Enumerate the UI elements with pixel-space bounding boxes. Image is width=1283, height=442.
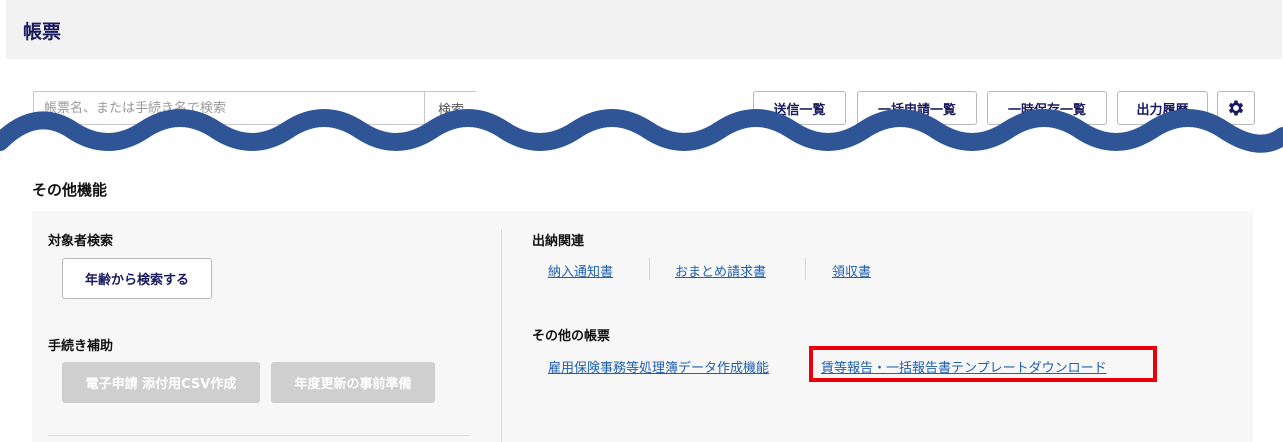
other-functions-title: その他機能 [32, 181, 108, 199]
disbursement-title: 出納関連 [532, 234, 585, 249]
csv-create-button[interactable]: 電子申請 添付用CSV作成 [62, 362, 260, 403]
combined-invoice-link[interactable]: おまとめ請求書 [675, 261, 766, 280]
employment-insurance-data-link[interactable]: 雇用保険事務等処理簿データ作成機能 [548, 357, 769, 376]
highlight-box [809, 346, 1157, 382]
age-search-button[interactable]: 年齢から検索する [62, 258, 212, 299]
wave-divider [0, 109, 1283, 153]
other-forms-title: その他の帳票 [532, 329, 611, 344]
receipt-link[interactable]: 領収書 [832, 261, 871, 280]
annual-update-button[interactable]: 年度更新の事前準備 [271, 362, 435, 403]
page-header: 帳票 [6, 0, 1282, 59]
link-separator [649, 258, 650, 280]
divider [48, 435, 470, 436]
link-separator [805, 258, 806, 280]
divider [501, 229, 502, 442]
page-title: 帳票 [23, 21, 62, 43]
procedure-assist-title: 手続き補助 [48, 339, 114, 354]
target-search-title: 対象者検索 [48, 234, 114, 249]
other-functions-panel: 対象者検索 年齢から検索する 手続き補助 電子申請 添付用CSV作成 年度更新の… [32, 211, 1253, 442]
payment-notice-link[interactable]: 納入通知書 [548, 261, 613, 280]
